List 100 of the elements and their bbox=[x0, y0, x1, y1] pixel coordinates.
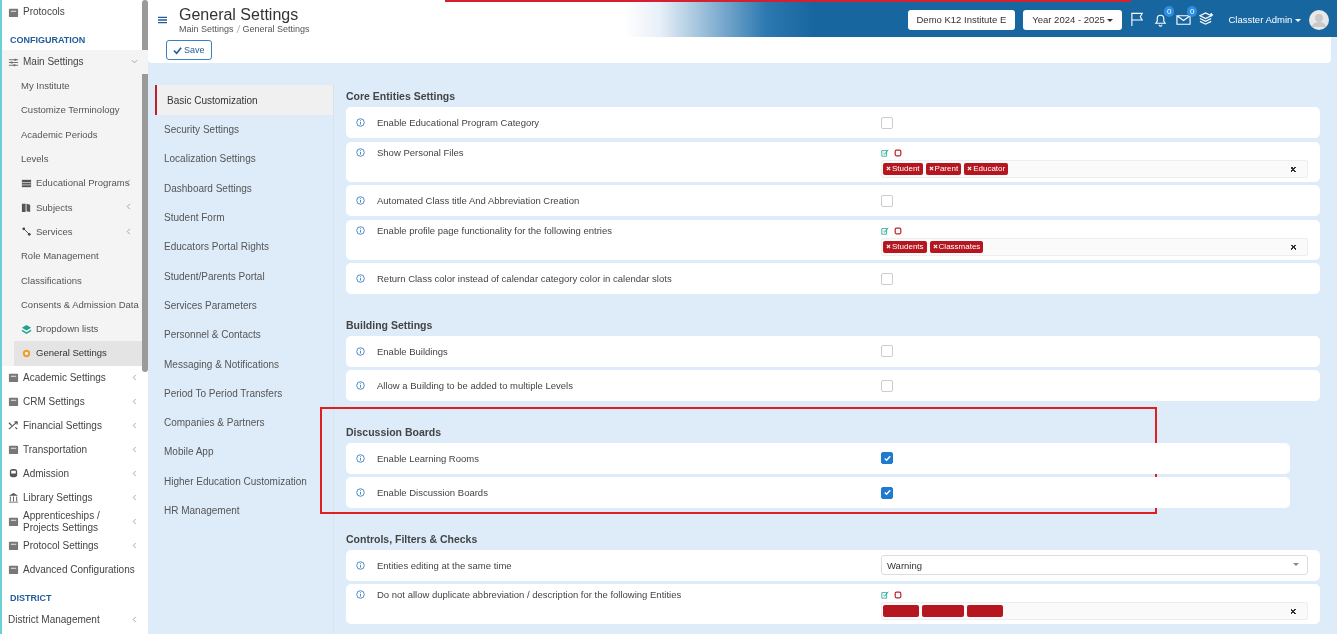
settings-tab[interactable]: Student/Parents Portal bbox=[155, 261, 333, 291]
bell-icon[interactable] bbox=[1153, 12, 1169, 27]
sidebar-item[interactable]: Dropdown lists bbox=[2, 316, 142, 342]
tag-chip[interactable]: Students bbox=[883, 240, 927, 253]
tag-chip[interactable]: Parent bbox=[925, 162, 962, 175]
chevron-left-icon bbox=[131, 615, 138, 623]
info-icon[interactable] bbox=[356, 346, 365, 356]
tag-chip[interactable]: Student bbox=[883, 162, 923, 175]
sidebar-item[interactable]: Main Settings bbox=[2, 50, 148, 74]
sidebar-item[interactable]: Educational Programs bbox=[2, 171, 142, 196]
clear-all-icon[interactable] bbox=[894, 591, 902, 599]
sidebar-item[interactable]: General Settings bbox=[14, 341, 142, 366]
setting-label: Return Class color instead of calendar category color in calendar slots bbox=[377, 273, 672, 284]
info-icon[interactable] bbox=[356, 590, 365, 599]
envelope-icon[interactable] bbox=[1176, 12, 1192, 27]
section-title: Building Settings bbox=[346, 317, 434, 333]
sidebar-item[interactable]: District Management bbox=[2, 607, 148, 632]
checkbox[interactable] bbox=[881, 379, 893, 392]
sidebar-item[interactable]: Services bbox=[2, 219, 142, 245]
layers-plus-icon[interactable] bbox=[1199, 12, 1215, 27]
flag-icon[interactable] bbox=[1130, 12, 1146, 27]
checkbox[interactable] bbox=[881, 345, 893, 358]
setting-label: Show Personal Files bbox=[377, 146, 464, 158]
breadcrumb-link[interactable]: Main Settings bbox=[179, 23, 234, 34]
sidebar-item[interactable]: Protocols bbox=[2, 0, 148, 24]
settings-tab[interactable]: Security Settings bbox=[155, 115, 333, 145]
avatar-icon[interactable] bbox=[1309, 9, 1329, 30]
sidebar-item[interactable]: Apprenticeships / Projects Settings bbox=[2, 509, 148, 534]
info-icon[interactable] bbox=[356, 274, 365, 283]
settings-tab[interactable]: HR Management bbox=[155, 495, 333, 526]
info-icon[interactable] bbox=[356, 381, 365, 390]
settings-tab[interactable]: Messaging & Notifications bbox=[155, 349, 333, 379]
breadcrumb-link[interactable]: General Settings bbox=[242, 23, 310, 34]
sidebar-item[interactable]: Protocol Settings bbox=[2, 533, 148, 558]
settings-tab[interactable]: Localization Settings bbox=[155, 144, 333, 174]
settings-tab[interactable]: Period To Period Transfers bbox=[155, 378, 333, 408]
checkbox[interactable] bbox=[881, 116, 893, 129]
chevron-down-icon bbox=[131, 58, 138, 65]
clear-all-icon[interactable] bbox=[894, 226, 902, 235]
sidebar-item[interactable]: Admission bbox=[2, 461, 148, 486]
settings-tab[interactable]: Higher Education Customization bbox=[155, 466, 333, 496]
sidebar-item[interactable]: CRM Settings bbox=[2, 389, 148, 414]
sidebar-item[interactable]: Academic Periods bbox=[2, 122, 142, 147]
sidebar-item[interactable]: Role Management bbox=[2, 244, 142, 269]
menu-icon[interactable] bbox=[158, 15, 167, 24]
info-icon[interactable] bbox=[356, 118, 365, 127]
settings-tab[interactable]: Dashboard Settings bbox=[155, 173, 333, 203]
settings-tab[interactable]: Services Parameters bbox=[155, 290, 333, 321]
remove-icon[interactable] bbox=[886, 166, 891, 171]
info-icon[interactable] bbox=[356, 453, 365, 463]
info-icon[interactable] bbox=[356, 560, 365, 570]
sidebar-item[interactable]: Consents & Admission Data bbox=[2, 292, 142, 317]
gear-icon bbox=[21, 347, 32, 359]
sidebar-item[interactable]: Transportation bbox=[2, 437, 148, 462]
bank-icon bbox=[8, 492, 19, 504]
info-icon[interactable] bbox=[356, 147, 365, 157]
info-icon[interactable] bbox=[356, 488, 365, 497]
select-field[interactable]: Warning bbox=[881, 555, 1308, 575]
sidebar-item[interactable]: Subjects bbox=[2, 195, 142, 220]
remove-icon[interactable] bbox=[967, 166, 973, 171]
sidebar-item[interactable]: Levels bbox=[2, 146, 142, 172]
settings-tab[interactable]: Basic Customization bbox=[155, 85, 333, 115]
checkbox[interactable] bbox=[881, 194, 893, 207]
tag-chip[interactable]: Classmates bbox=[929, 240, 984, 253]
user-menu[interactable]: Classter Admin bbox=[1228, 14, 1301, 25]
tag-select-field[interactable]: Students Classmates bbox=[881, 237, 1308, 256]
info-icon[interactable] bbox=[356, 225, 365, 235]
remove-icon[interactable] bbox=[932, 244, 938, 249]
sidebar-item[interactable]: Academic Settings bbox=[2, 365, 148, 390]
setting-label: Enable Learning Rooms bbox=[377, 452, 479, 464]
sidebar-item[interactable]: Financial Settings bbox=[2, 413, 148, 438]
institute-button[interactable]: Demo K12 Institute E bbox=[907, 9, 1016, 30]
select-all-icon[interactable] bbox=[881, 226, 889, 235]
checkbox[interactable] bbox=[881, 486, 893, 499]
save-button[interactable]: Save bbox=[166, 40, 212, 60]
sidebar-item[interactable]: Advanced Configurations bbox=[2, 557, 148, 582]
year-dropdown[interactable]: Year 2024 - 2025 bbox=[1023, 9, 1123, 30]
sliders-icon bbox=[8, 56, 19, 68]
sidebar-item[interactable]: Classifications bbox=[2, 268, 142, 293]
settings-tab[interactable]: Student Form bbox=[155, 202, 333, 233]
settings-tab[interactable]: Educators Portal Rights bbox=[155, 232, 333, 262]
tag-chip[interactable]: Educator bbox=[964, 162, 1009, 175]
remove-icon[interactable] bbox=[928, 166, 934, 171]
tag-select-field[interactable]: Student Parent Educator bbox=[881, 159, 1308, 178]
settings-tab[interactable]: Personnel & Contacts bbox=[155, 320, 333, 350]
chevron-left-icon bbox=[131, 493, 138, 501]
checkbox[interactable] bbox=[881, 272, 893, 285]
message-count: 0 bbox=[1187, 6, 1198, 17]
clear-all-icon[interactable] bbox=[894, 148, 902, 157]
settings-tab[interactable]: Mobile App bbox=[155, 437, 333, 467]
checkbox[interactable] bbox=[881, 452, 893, 465]
nodes-icon bbox=[21, 226, 32, 238]
select-all-icon[interactable] bbox=[881, 148, 889, 157]
select-all-icon[interactable] bbox=[881, 591, 889, 599]
settings-tab[interactable]: Companies & Partners bbox=[155, 407, 333, 438]
remove-icon[interactable] bbox=[886, 244, 891, 249]
info-icon[interactable] bbox=[356, 196, 365, 205]
sidebar-item[interactable]: My Institute bbox=[2, 74, 142, 99]
sidebar-item[interactable]: Library Settings bbox=[2, 485, 148, 510]
sidebar-item[interactable]: Customize Terminology bbox=[2, 98, 142, 123]
